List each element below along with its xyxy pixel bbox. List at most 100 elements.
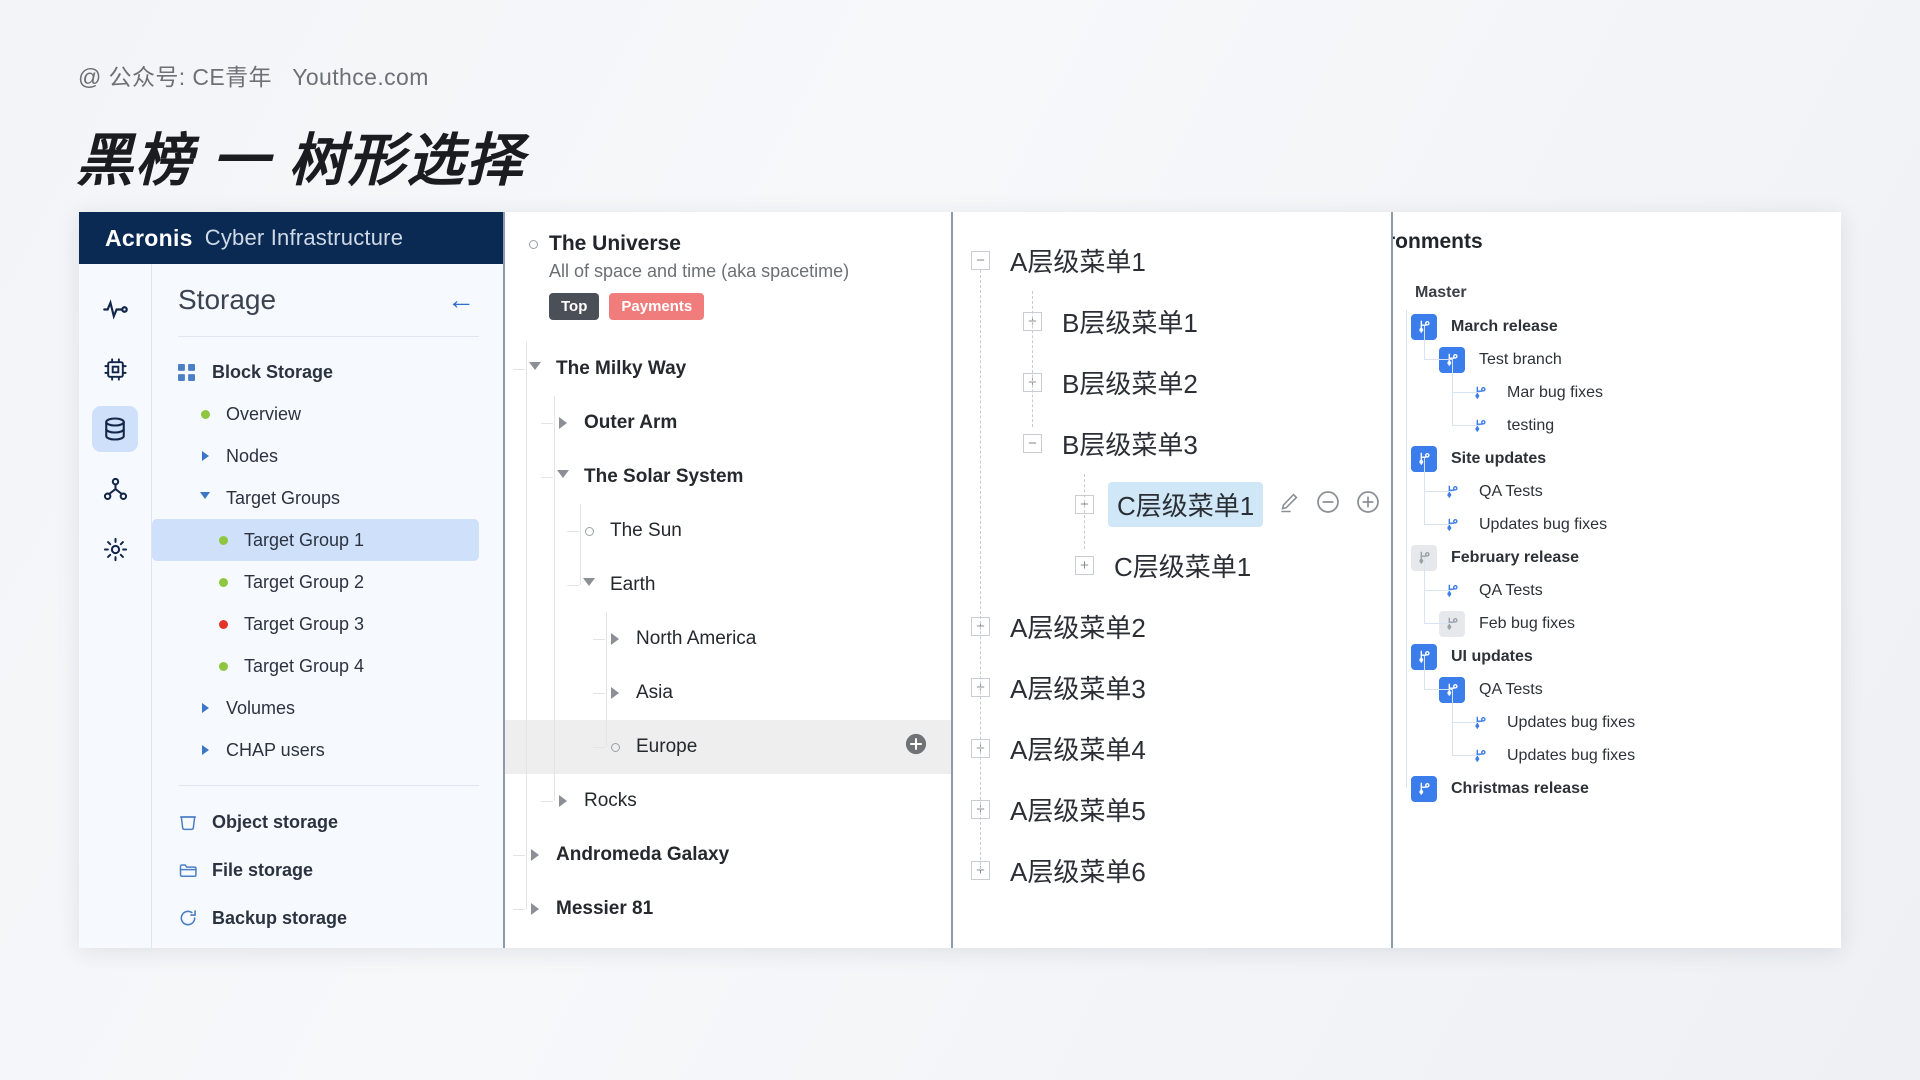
storage-tree-item-nodes[interactable]: Nodes [152,435,503,477]
git-branch-qa-tests[interactable]: QA Tests [1393,475,1841,508]
git-branch-spine [1452,359,1453,425]
collapse-minus-box-icon[interactable]: − [971,251,990,270]
git-branch-christmas-release[interactable]: Christmas release [1393,772,1841,805]
storage-tree-item-target-group-3[interactable]: Target Group 3 [152,603,503,645]
hierarchy-node-A层级菜单6[interactable]: + A层级菜单6 [953,840,1391,901]
caret-right-icon[interactable] [194,451,216,461]
activity-monitor-icon[interactable] [92,286,138,332]
tree-guide-line [593,639,605,640]
storage-tree-item-target-group-1[interactable]: Target Group 1 [152,519,479,561]
tree-guide-line [593,747,605,748]
git-branch-feb-bug-fixes[interactable]: Feb bug fixes [1393,607,1841,640]
service-link-object-storage[interactable]: Object storage [152,798,503,846]
git-branch-spine [1424,458,1425,524]
badge-top[interactable]: Top [549,293,600,320]
arrow-left-icon[interactable]: ← [447,286,475,314]
hierarchy-node-B层级菜单1[interactable]: + B层级菜单1 [953,291,1391,352]
hierarchy-node-A层级菜单2[interactable]: + A层级菜单2 [953,596,1391,657]
hierarchy-node-C层级菜单1[interactable]: + C层级菜单1 [953,474,1391,535]
collapse-triangle-icon[interactable] [525,362,545,376]
service-link-label: Object storage [212,811,339,832]
tree-guide-line [606,612,607,747]
git-branch-icon[interactable] [1411,775,1437,802]
collapse-triangle-icon[interactable] [553,470,573,484]
git-branch-label: Test branch [1479,350,1562,368]
git-branch-connector [1424,590,1452,591]
storage-tree-item-volumes[interactable]: Volumes [152,687,503,729]
storage-tree-item-target-groups[interactable]: Target Groups [152,477,503,519]
universe-node-north-america[interactable]: North America [505,612,951,666]
storage-tree-item-target-group-4[interactable]: Target Group 4 [152,645,503,687]
hierarchy-node-B层级菜单3[interactable]: − B层级菜单3 [953,413,1391,474]
hierarchy-node-C层级菜单1[interactable]: + C层级菜单1 [953,535,1391,596]
universe-node-asia[interactable]: Asia [505,666,951,720]
hierarchy-node-label: C层级菜单1 [1108,482,1264,527]
acronis-topbar: Acronis Cyber Infrastructure [79,212,503,264]
hierarchy-node-label: B层级菜单3 [1062,430,1198,460]
minus-circle-icon[interactable] [1315,489,1341,520]
expand-triangle-icon[interactable] [605,687,625,699]
network-nodes-icon[interactable] [92,466,138,512]
storage-page-heading: Storage [178,284,277,315]
storage-tree-item-label: Target Group 1 [244,529,365,550]
universe-root-node[interactable]: The Universe All of space and time (aka … [505,232,951,320]
universe-node-label: The Sun [610,520,682,541]
git-root-spine [1406,310,1407,788]
expand-triangle-icon[interactable] [525,849,545,861]
hierarchy-node-B层级菜单2[interactable]: + B层级菜单2 [953,352,1391,413]
status-dot-green [212,577,234,587]
git-branch-march-release[interactable]: March release [1393,310,1841,343]
git-branch-spine [1452,689,1453,755]
status-dot-green [212,535,234,545]
expand-triangle-icon[interactable] [605,633,625,645]
expand-plus-box-icon[interactable]: + [1075,556,1094,575]
caret-right-icon[interactable] [194,703,216,713]
hierarchy-node-A层级菜单4[interactable]: + A层级菜单4 [953,718,1391,779]
expand-triangle-icon[interactable] [553,795,573,807]
collapse-minus-box-icon[interactable]: − [1023,434,1042,453]
storage-tree-item-block-storage[interactable]: Block Storage [152,351,503,393]
compute-chip-icon[interactable] [92,346,138,392]
ring-icon [523,240,543,249]
storage-tree-item-target-group-2[interactable]: Target Group 2 [152,561,503,603]
settings-gear-icon[interactable] [92,526,138,572]
hierarchy-node-A层级菜单1[interactable]: − A层级菜单1 [953,230,1391,291]
git-branch-test-branch[interactable]: Test branch [1393,343,1841,376]
git-branch-updates-bug-fixes[interactable]: Updates bug fixes [1393,508,1841,541]
git-branch-february-release[interactable]: February release [1393,541,1841,574]
expand-triangle-icon[interactable] [525,903,545,915]
service-link-backup-storage[interactable]: Backup storage [152,894,503,942]
universe-node-rocks[interactable]: Rocks [505,774,951,828]
plus-circle-icon[interactable] [905,733,927,761]
service-link-file-storage[interactable]: File storage [152,846,503,894]
git-branch-site-updates[interactable]: Site updates [1393,442,1841,475]
edit-pencil-icon[interactable] [1277,490,1301,519]
tree-guide-line [513,909,525,910]
git-branch-qa-tests[interactable]: QA Tests [1393,673,1841,706]
git-branch-connector [1424,359,1452,360]
git-branch-label: QA Tests [1479,482,1543,500]
hierarchy-node-A层级菜单5[interactable]: + A层级菜单5 [953,779,1391,840]
storage-tree-item-overview[interactable]: Overview [152,393,503,435]
git-branch-qa-tests[interactable]: QA Tests [1393,574,1841,607]
status-dot-red [212,619,234,629]
universe-node-the-milky-way[interactable]: The Milky Way [505,342,951,396]
storage-tree-item-chap-users[interactable]: CHAP users [152,729,503,771]
expand-triangle-icon[interactable] [553,417,573,429]
storage-database-icon[interactable] [92,406,138,452]
universe-node-the-solar-system[interactable]: The Solar System [505,450,951,504]
badge-payments[interactable]: Payments [609,293,705,320]
universe-node-messier-81[interactable]: Messier 81 [505,882,951,936]
universe-node-andromeda-galaxy[interactable]: Andromeda Galaxy [505,828,951,882]
collapse-triangle-icon[interactable] [579,578,599,592]
git-branch-ui-updates[interactable]: UI updates [1393,640,1841,673]
caret-down-icon[interactable] [194,492,216,504]
universe-node-outer-arm[interactable]: Outer Arm [505,396,951,450]
tree-guide-line [567,585,579,586]
hierarchy-node-label: A层级菜单3 [1010,674,1146,704]
plus-circle-icon[interactable] [1355,489,1381,520]
tree-guide-line [513,369,525,370]
universe-node-europe[interactable]: Europe [505,720,951,774]
hierarchy-node-A层级菜单3[interactable]: + A层级菜单3 [953,657,1391,718]
caret-right-icon[interactable] [194,745,216,755]
